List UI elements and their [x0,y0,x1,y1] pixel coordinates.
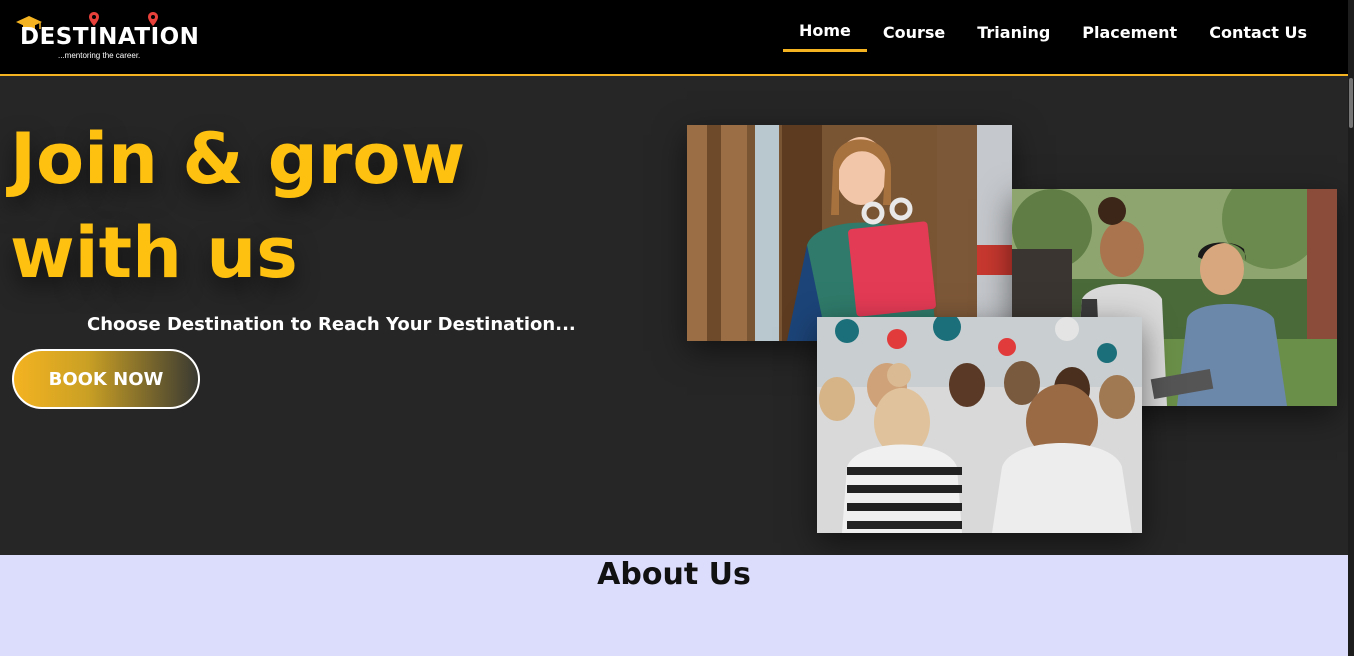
student-with-books-photo [687,125,1012,341]
scrollbar-thumb[interactable] [1349,78,1353,128]
page-scrollbar[interactable] [1348,0,1354,656]
brand-name: DESTINATION [20,24,200,50]
nav-home[interactable]: Home [782,18,867,52]
classroom-audience-photo [817,317,1142,533]
site-header: DESTINATION ...mentoring the career. Hom… [0,0,1354,76]
hero-subtitle: Choose Destination to Reach Your Destina… [87,314,576,335]
hero-title: Join & grow with us [10,112,610,300]
hero-title-line-2: with us [10,212,298,294]
book-now-button[interactable]: BOOK NOW [12,349,200,409]
main-nav: Home Course Trianing Placement Contact U… [782,18,1323,54]
brand-tagline: ...mentoring the career. [58,51,141,60]
hero-title-line-1: Join & grow [10,118,466,200]
nav-placement[interactable]: Placement [1066,20,1193,54]
nav-contact-us[interactable]: Contact Us [1193,20,1323,54]
about-title: About Us [597,557,751,592]
brand-logo[interactable]: DESTINATION ...mentoring the career. [16,12,216,64]
nav-training[interactable]: Trianing [961,20,1066,54]
nav-course[interactable]: Course [867,20,961,54]
about-section: About Us [0,555,1348,656]
